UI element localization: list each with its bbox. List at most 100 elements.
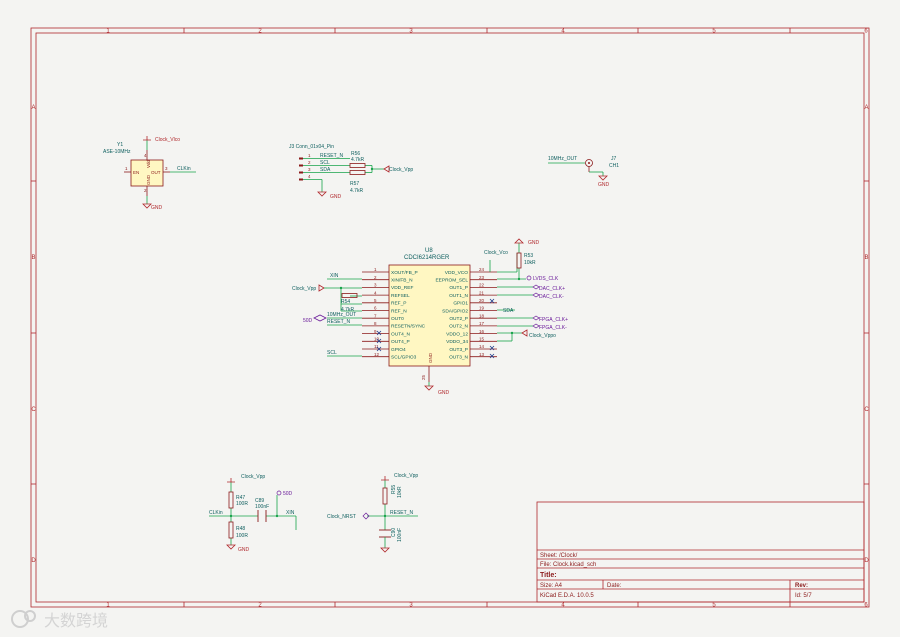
j3-junction: [370, 167, 374, 171]
tb-tool: KiCad E.D.A. 10.0.5: [540, 593, 594, 599]
u8-pin-11-name: GPIO4: [391, 347, 406, 353]
u8-pin-9-name: OUT4_N: [391, 331, 410, 337]
rst-power-label: Clock_Vpp: [394, 473, 418, 479]
u8-pin-17-num: 17: [479, 321, 485, 326]
tb-id: Id: 5/7: [795, 593, 812, 599]
j3-net-reset: RESET_N: [320, 153, 343, 159]
u8-pin-12-num: 12: [374, 352, 380, 357]
u8-net-sda: SDA: [503, 308, 514, 314]
u8-pin-22-name: OUT1_P: [449, 285, 468, 291]
j7-center: [588, 162, 590, 164]
u8-net-10mhz: 10MHz_OUT: [327, 312, 356, 318]
hl-dac-p: DAC_CLK+: [539, 286, 565, 292]
u8-pin-14-num: 14: [479, 344, 485, 349]
u8-pin-23-name: EEPROM_SEL: [435, 278, 468, 284]
term-net-clkin: CLKin: [209, 510, 223, 516]
r55-val: 10kR: [397, 486, 403, 498]
u8-pin-19-name: SDA/GPIO2: [442, 308, 468, 314]
tb-date: Date:: [607, 583, 622, 589]
term-gnd-label: GND: [238, 547, 250, 553]
u8-pin-22-num: 22: [479, 283, 485, 288]
y1-net-out: CLKin: [177, 166, 191, 172]
u8-pin-14-name: OUT3_P: [449, 347, 468, 353]
u8-net-50d: 50D: [303, 318, 313, 324]
term-junction-1: [229, 514, 233, 518]
u8-pin-18-num: 18: [479, 313, 485, 318]
j7-value: CH1: [609, 163, 619, 169]
schematic-sheet: 1 2 3 4 5 6 1 2 3 4 5 6 A B C D A B C D: [0, 0, 900, 637]
u8-pin-6-name: REF_N: [391, 308, 407, 314]
r53-val: 10kR: [524, 260, 536, 266]
j3-title: J3 Conn_01x04_Pin: [289, 144, 334, 150]
j7-net: 10MHz_OUT: [548, 156, 577, 162]
tb-title: Title:: [540, 572, 557, 579]
j7-ref: J7: [611, 156, 617, 162]
j3-net-sda: SDA: [320, 167, 331, 173]
c89-val: 100nF: [255, 504, 269, 510]
term-net-50d: 50D: [283, 491, 293, 497]
j7-gnd-label: GND: [598, 182, 610, 188]
hl-fpga-p: FPGA_CLK+: [539, 317, 568, 323]
u8-net-scl: SCL: [327, 350, 337, 356]
tb-size: Size: A4: [540, 583, 563, 589]
u8-pin-19-num: 19: [479, 306, 485, 311]
u8-net-vppo: Clock_Vppo: [529, 333, 556, 339]
u8-net-vpp: Clock_Vpp: [292, 286, 316, 292]
row-label-a: A: [31, 105, 35, 111]
u8-pin-18-name: OUT2_P: [449, 316, 468, 322]
u8-pin-24-num: 24: [479, 267, 485, 272]
tb-rev: Rev:: [795, 583, 808, 589]
r53-ref: R53: [524, 253, 533, 259]
r57-val: 4.7kR: [350, 188, 363, 194]
u8-pin-1-name: XOUT/FB_P: [391, 270, 418, 276]
tb-sheet: Sheet: /Clock/: [540, 553, 578, 559]
u8-junction-vdd: [510, 331, 514, 335]
row-label-a-right: A: [864, 105, 868, 111]
y1-power-label: Clock_Vlco: [155, 137, 180, 143]
u8-pin-2-name: XIN/FB_N: [391, 278, 413, 284]
u8-pin-20-num: 20: [479, 298, 485, 303]
u8-pin-12-name: SCL/GPIO3: [391, 355, 417, 361]
row-label-d-right: D: [864, 558, 869, 564]
u8-pin-16-name: VDDO_12: [446, 331, 468, 337]
u8-gnd-label: GND: [438, 390, 450, 396]
y1-ref: Y1: [117, 142, 123, 148]
u8-pin-15-num: 15: [479, 337, 485, 342]
j3-power-label: Clock_Vpp: [389, 167, 413, 173]
u8-pin-13-name: OUT3_N: [449, 355, 468, 361]
u8-pin-20-name: GPIO1: [453, 301, 468, 307]
u8-junction-vpp: [339, 286, 343, 290]
u8-pin-8-name: RESETN/SYNC: [391, 324, 426, 330]
u8-pin-4-name: REFSEL: [391, 293, 410, 299]
hl-fpga-n: FPGA_CLK-: [539, 325, 567, 331]
r48-ref: R48: [236, 526, 245, 532]
u8-pin-21-num: 21: [479, 290, 485, 295]
j3-gnd-label: GND: [330, 194, 342, 200]
row-label-d: D: [31, 558, 36, 564]
u8-value: CDCI6214RGER: [404, 255, 450, 261]
watermark-text: 大数跨境: [44, 611, 108, 630]
u8-pin-5-name: REF_P: [391, 301, 406, 307]
r57-ref: R57: [350, 181, 359, 187]
y1-value: ASE-10MHz: [103, 149, 131, 155]
u8-pin-7-name: OUT0: [391, 316, 404, 322]
term-power-label: Clock_Vpp: [241, 474, 265, 480]
j3-net-scl: SCL: [320, 160, 330, 166]
y1-pin-vdd: Vdd: [146, 159, 151, 168]
u8-pin-16-num: 16: [479, 329, 485, 334]
r56-val: 4.7kR: [351, 157, 364, 163]
r54-ref: R54: [341, 299, 350, 305]
row-label-c: C: [31, 407, 36, 413]
u8-pin-23-num: 23: [479, 275, 485, 280]
rst-net-in: Clock_NRST: [327, 514, 356, 520]
hl-lvds: LVDS_CLK: [533, 276, 559, 282]
row-label-b-right: B: [864, 255, 868, 261]
rst-junction: [383, 514, 387, 518]
term-junction-2: [275, 514, 279, 518]
hl-dac-n: DAC_CLK-: [539, 294, 564, 300]
u8-pin-13-num: 13: [479, 352, 485, 357]
y1-pin-out: OUT: [151, 170, 161, 175]
u8-vco-label: Clock_Vco: [484, 250, 508, 256]
row-label-c-right: C: [864, 407, 869, 413]
u8-gnd-pin-name: GND: [428, 352, 433, 363]
